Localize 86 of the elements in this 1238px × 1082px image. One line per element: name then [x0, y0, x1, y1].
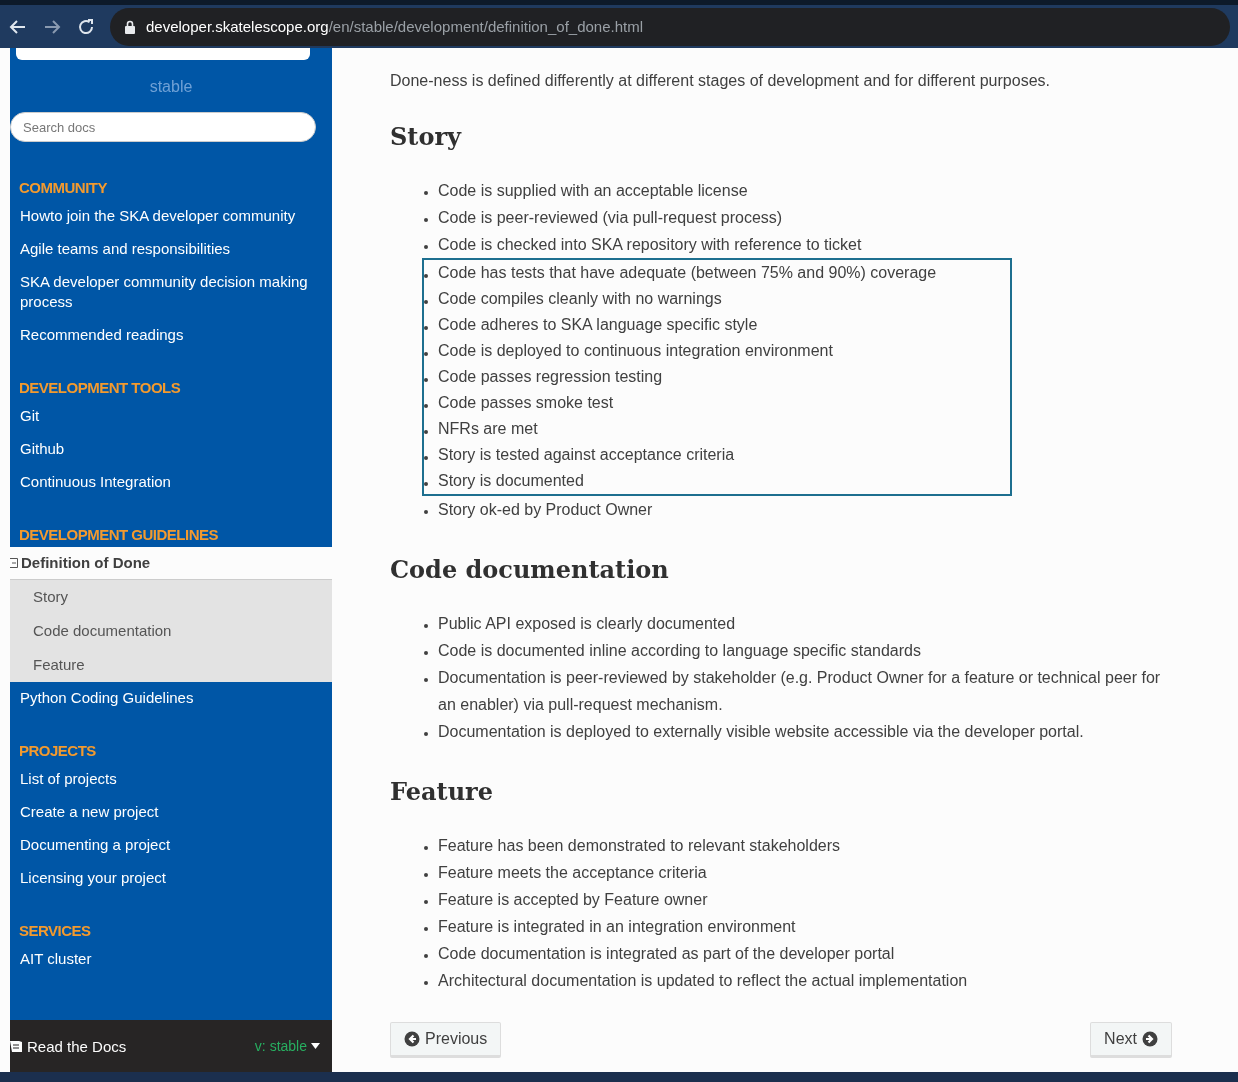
- reload-icon[interactable]: [76, 16, 96, 37]
- list-item-text: Feature is integrated in an integration environment: [438, 917, 796, 937]
- bullet-icon: [424, 954, 428, 958]
- list-item-text: Public API exposed is clearly documented: [438, 614, 736, 634]
- next-button[interactable]: Next: [1090, 1022, 1172, 1058]
- section-heading: Story: [390, 122, 463, 151]
- list-item-text: NFRs are met: [438, 419, 538, 439]
- nav-link[interactable]: Documenting a project: [10, 829, 332, 862]
- bullet-icon: [424, 456, 428, 460]
- bullet-icon: [424, 430, 428, 434]
- bullet-icon: [424, 218, 428, 222]
- section-caption: SERVICES: [18, 922, 92, 939]
- current-nav-link[interactable]: Definition of Done: [10, 547, 332, 579]
- list-item-text: Story is documented: [438, 471, 584, 491]
- section-caption: COMMUNITY: [18, 179, 108, 196]
- nav-link[interactable]: Licensing your project: [10, 862, 332, 895]
- nav-link[interactable]: Howto join the SKA developer community: [10, 200, 332, 233]
- list-item-text: Code passes regression testing: [438, 367, 663, 387]
- nav-link[interactable]: Feature: [10, 648, 332, 682]
- nav-link[interactable]: Agile teams and responsibilities: [10, 233, 332, 266]
- list-item-text: Architectural documentation is updated to reflect the actual implementation: [438, 971, 968, 991]
- section-heading: Feature: [390, 777, 494, 806]
- list-item-text: Code is checked into SKA repository with reference to ticket: [438, 235, 862, 255]
- lock-icon: [124, 19, 136, 34]
- bullet-icon: [424, 300, 428, 304]
- bullet-icon: [424, 510, 428, 514]
- nav-link[interactable]: AIT cluster: [10, 943, 332, 976]
- list-item-text: Code is peer-reviewed (via pull-request process): [438, 208, 783, 228]
- section-caption: PROJECTS: [18, 742, 97, 759]
- bullet-icon: [424, 732, 428, 736]
- bullet-icon: [424, 927, 428, 931]
- section-caption: DEVELOPMENT GUIDELINES: [18, 526, 220, 543]
- bullet-icon: [424, 326, 428, 330]
- bullet-icon: [424, 873, 428, 877]
- address-bar[interactable]: developer.skatelescope.org/en/stable/development/definition_of_done.html: [110, 7, 1230, 46]
- nav-link[interactable]: Git: [10, 400, 332, 433]
- bullet-icon: [424, 274, 428, 278]
- list-item-text: Story ok-ed by Product Owner: [438, 500, 653, 520]
- list-item-text: Story is tested against acceptance criteria: [438, 445, 735, 465]
- bullet-icon: [424, 245, 428, 249]
- list-item-text: Code is supplied with an acceptable license: [438, 181, 748, 201]
- nav-link[interactable]: Python Coding Guidelines: [10, 682, 332, 715]
- list-item-text: Code documentation is integrated as part of the developer portal: [438, 944, 895, 964]
- nav-link[interactable]: Recommended readings: [10, 319, 332, 352]
- section-heading: Code documentation: [390, 555, 670, 584]
- bullet-icon: [424, 651, 428, 655]
- bullet-icon: [424, 900, 428, 904]
- nav-link[interactable]: SKA developer community decision making process: [10, 266, 332, 319]
- nav-link[interactable]: Github: [10, 433, 332, 466]
- list-item-text: Documentation is peer-reviewed by stakeholder (e.g. Product Owner for a feature or technical peer for an enabler) via pull-request mechanism.: [438, 668, 1162, 715]
- left-arrow-circle-icon: [404, 1031, 420, 1047]
- list-item-text: Code has tests that have adequate (between 75% and 90%) coverage: [438, 263, 937, 283]
- list-item-text: Documentation is deployed to externally visible website accessible via the developer portal.: [438, 722, 1084, 742]
- list-item-text: Feature is accepted by Feature owner: [438, 890, 708, 910]
- bullet-icon: [424, 624, 428, 628]
- list-item-text: Code passes smoke test: [438, 393, 614, 413]
- bullet-icon: [424, 678, 428, 682]
- list-item-text: Feature meets the acceptance criteria: [438, 863, 707, 883]
- nav-link[interactable]: Continuous Integration: [10, 466, 332, 499]
- right-arrow-circle-icon: [1142, 1031, 1158, 1047]
- list-item-text: Code compiles cleanly with no warnings: [438, 289, 722, 309]
- version-switcher[interactable]: v: stable: [254, 1038, 320, 1054]
- nav-link[interactable]: List of projects: [10, 763, 332, 796]
- nav-link[interactable]: Story: [10, 580, 332, 614]
- bullet-icon: [424, 404, 428, 408]
- bullet-icon: [424, 981, 428, 985]
- intro-paragraph: Done-ness is defined differently at different stages of development and for different purposes.: [390, 72, 1051, 90]
- version-label: stable: [148, 78, 194, 96]
- url-text: developer.skatelescope.org/en/stable/development/definition_of_done.html: [146, 18, 643, 35]
- search-field[interactable]: Search docs: [10, 112, 316, 142]
- section-caption: DEVELOPMENT TOOLS: [18, 379, 182, 396]
- list-item-text: Code adheres to SKA language specific style: [438, 315, 758, 335]
- previous-button[interactable]: Previous: [390, 1022, 502, 1058]
- bullet-icon: [424, 191, 428, 195]
- bullet-icon: [424, 352, 428, 356]
- list-item-text: Code is documented inline according to language specific standards: [438, 641, 921, 661]
- list-item-text: Feature has been demonstrated to relevant stakeholders: [438, 836, 841, 856]
- collapse-icon[interactable]: [10, 558, 18, 568]
- read-the-docs-link[interactable]: Read the Docs: [10, 1037, 127, 1055]
- nav-link[interactable]: Code documentation: [10, 614, 332, 648]
- caret-icon: [311, 1043, 320, 1049]
- list-item-text: Code is deployed to continuous integration environment: [438, 341, 833, 361]
- nav-link[interactable]: Create a new project: [10, 796, 332, 829]
- bullet-icon: [424, 846, 428, 850]
- bullet-icon: [424, 378, 428, 382]
- bullet-icon: [424, 482, 428, 486]
